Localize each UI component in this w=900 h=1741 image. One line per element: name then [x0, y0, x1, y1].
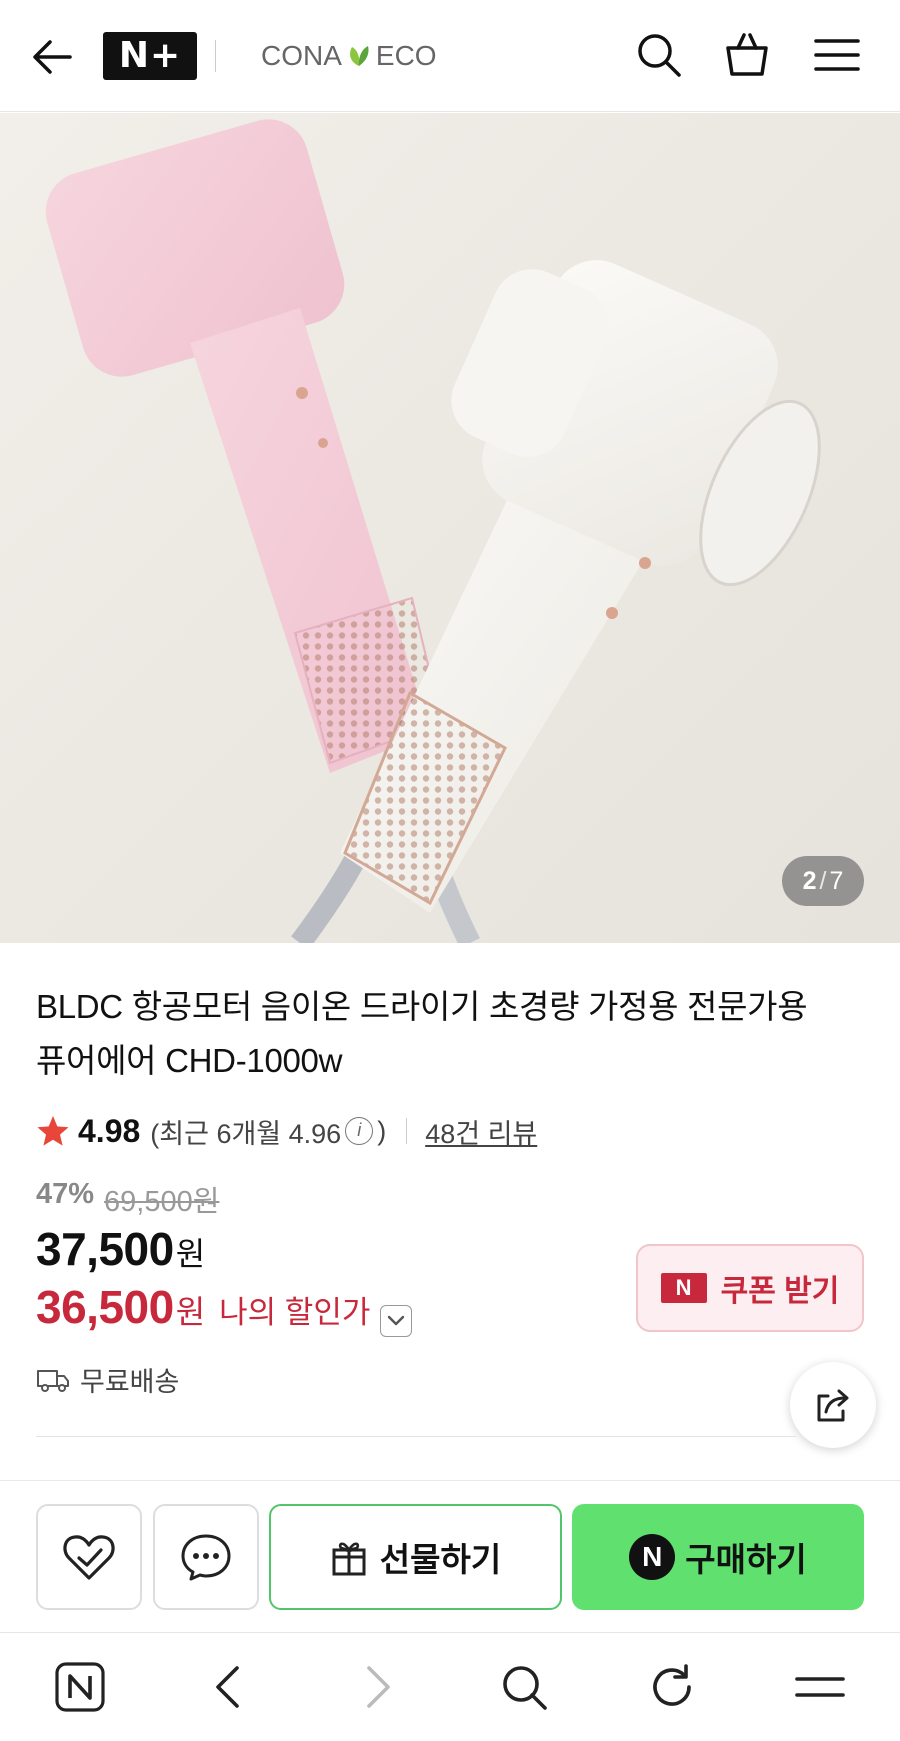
- coupon-label: 쿠폰 받기: [720, 1275, 840, 1308]
- white-hair-dryer: [340, 260, 821, 913]
- browser-home-button[interactable]: [52, 1659, 108, 1715]
- forward-chevron-icon: [367, 1666, 390, 1708]
- pink-hair-dryer: [45, 119, 444, 773]
- browser-menu-button[interactable]: [792, 1659, 848, 1715]
- buy-button[interactable]: N 구매하기: [572, 1504, 864, 1610]
- my-discount-row: 36,500 원 나의 할인가: [36, 1280, 413, 1337]
- back-chevron-icon: [216, 1666, 239, 1708]
- search-icon: [503, 1666, 547, 1710]
- expand-discount-button[interactable]: [380, 1305, 413, 1337]
- arrow-left-icon: [33, 40, 72, 74]
- leaf-icon: [349, 46, 369, 66]
- back-button[interactable]: [30, 34, 76, 80]
- gift-icon: [332, 1542, 366, 1576]
- share-icon: [817, 1389, 849, 1422]
- image-counter-current: 2: [802, 867, 817, 895]
- menu-button[interactable]: [812, 30, 862, 80]
- sale-price-row: 37,500 원: [36, 1222, 205, 1276]
- naver-n-badge: N: [660, 1273, 707, 1303]
- share-button[interactable]: [790, 1362, 876, 1448]
- image-counter: 2/7: [782, 856, 864, 906]
- header-divider: [215, 40, 216, 72]
- product-image-gallery[interactable]: [0, 113, 900, 943]
- chevron-down-icon: [388, 1315, 405, 1326]
- shipping-info: 무료배송: [36, 1360, 179, 1399]
- brand-logo[interactable]: CONA ECO: [261, 36, 437, 76]
- sale-price-unit: 원: [175, 1236, 206, 1272]
- product-title-line1: BLDC 항공모터 음이온 드라이기 초경량 가정용 전문가용: [36, 988, 808, 1025]
- my-discount-price: 36,500: [36, 1281, 174, 1333]
- recent-rating-text: (최근 6개월 4.96: [150, 1118, 342, 1149]
- cart-button[interactable]: [722, 30, 772, 80]
- chat-button[interactable]: [153, 1504, 259, 1610]
- image-counter-separator: /: [819, 867, 827, 895]
- my-discount-label: 나의 할인가: [219, 1295, 371, 1330]
- rating-divider: [406, 1118, 408, 1144]
- menu-icon: [795, 1677, 845, 1697]
- rating-value: 4.98: [78, 1112, 141, 1149]
- section-divider: [36, 1436, 796, 1437]
- wishlist-button[interactable]: [36, 1504, 142, 1610]
- image-counter-total: 7: [829, 867, 844, 895]
- browser-refresh-button[interactable]: [644, 1659, 700, 1715]
- heart-check-icon: [63, 1535, 115, 1580]
- sale-price: 37,500: [36, 1223, 174, 1275]
- brand-text-left: CONA: [261, 40, 342, 71]
- product-title: BLDC 항공모터 음이온 드라이기 초경량 가정용 전문가용 퓨어에어 CHD…: [36, 980, 866, 1088]
- browser-forward-button[interactable]: [350, 1659, 406, 1715]
- browser-back-button[interactable]: [200, 1659, 256, 1715]
- chat-bubble-icon: [181, 1534, 231, 1581]
- recent-rating-close: ): [377, 1115, 387, 1146]
- get-coupon-button[interactable]: N 쿠폰 받기: [636, 1244, 864, 1332]
- shopping-bag-icon: [726, 33, 768, 76]
- shipping-label: 무료배송: [80, 1367, 180, 1397]
- naver-plus-logo[interactable]: N+: [103, 32, 197, 80]
- gift-label: 선물하기: [379, 1541, 502, 1578]
- recent-rating: (최근 6개월 4.96 i ): [150, 1112, 386, 1151]
- search-icon: [638, 34, 681, 77]
- rating-row: 4.98 (최근 6개월 4.96 i ) 48건 리뷰: [36, 1110, 537, 1152]
- product-title-line2: 퓨어에어 CHD-1000w: [36, 1042, 343, 1079]
- truck-icon: [37, 1369, 69, 1392]
- discount-percent: 47%: [36, 1178, 95, 1210]
- browser-search-button[interactable]: [496, 1659, 552, 1715]
- top-header: N+ CONA ECO: [0, 0, 900, 112]
- star-icon: [37, 1116, 69, 1146]
- refresh-icon: [653, 1664, 691, 1706]
- original-price: 69,500원: [104, 1186, 220, 1218]
- naver-home-icon: [55, 1662, 105, 1712]
- gift-button[interactable]: 선물하기: [269, 1504, 562, 1610]
- action-bar-divider: [0, 1480, 900, 1481]
- search-button[interactable]: [634, 30, 684, 80]
- review-count-link[interactable]: 48건 리뷰: [425, 1112, 537, 1151]
- brand-text-right: ECO: [375, 40, 437, 71]
- product-photo: [45, 119, 821, 943]
- buy-label: 구매하기: [685, 1541, 807, 1578]
- discount-row: 47% 69,500원: [36, 1178, 219, 1220]
- info-icon[interactable]: i: [345, 1117, 374, 1145]
- naver-pay-badge: N: [629, 1534, 676, 1580]
- my-discount-unit: 원: [175, 1294, 206, 1330]
- hamburger-menu-icon: [814, 39, 860, 71]
- browser-toolbar: [0, 1632, 900, 1741]
